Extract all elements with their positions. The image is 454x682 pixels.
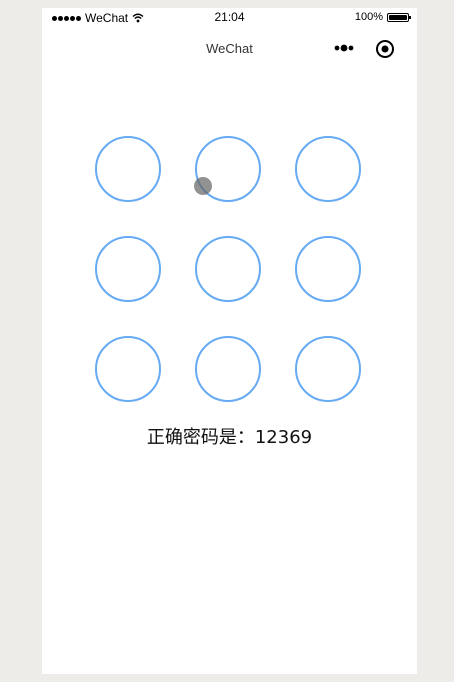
pattern-node-9[interactable] xyxy=(295,336,361,402)
pattern-lock[interactable]: 正确密码是：12369 xyxy=(42,8,417,674)
pattern-node-8[interactable] xyxy=(195,336,261,402)
touch-indicator xyxy=(194,177,212,195)
pattern-node-5[interactable] xyxy=(195,236,261,302)
phone-screen: WeChat 21:04 100% WeChat 正确密码是：12369 xyxy=(42,8,417,674)
password-hint: 正确密码是：12369 xyxy=(146,427,313,448)
pattern-node-3[interactable] xyxy=(295,136,361,202)
pattern-node-6[interactable] xyxy=(295,236,361,302)
pattern-node-7[interactable] xyxy=(95,336,161,402)
pattern-node-1[interactable] xyxy=(95,136,161,202)
pattern-node-4[interactable] xyxy=(95,236,161,302)
